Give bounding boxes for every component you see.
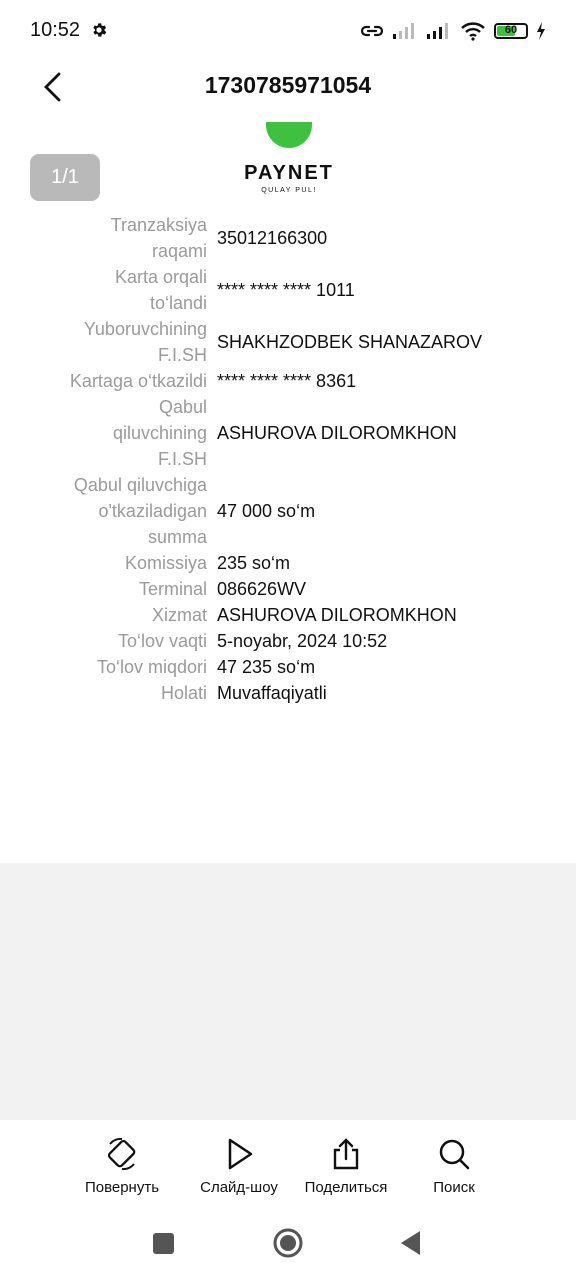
- receipt-value: SHAKHZODBEK SHANAZAROV: [217, 332, 483, 352]
- charging-icon: [537, 22, 545, 40]
- receipt-value: **** **** **** 1011: [217, 280, 355, 300]
- square-icon: [153, 1233, 174, 1254]
- receipt-label: Komissiya: [124, 553, 207, 573]
- battery-level: 60: [504, 24, 518, 36]
- nav-back-button[interactable]: [398, 1225, 424, 1261]
- share-button[interactable]: Поделиться: [291, 1137, 401, 1196]
- receipt-label: To‘lov vaqti: [117, 631, 207, 651]
- receipt-value: 47 235 so‘m: [217, 657, 316, 677]
- share-icon: [333, 1138, 359, 1170]
- receipt-label: Yuboruvchining F.I.SH: [83, 319, 207, 365]
- receipt-value: ASHUROVA DILOROMKHON: [217, 605, 457, 625]
- slideshow-button[interactable]: Слайд-шоу: [184, 1137, 294, 1196]
- receipt-label: Qabul qiluvchiga o'tkaziladigan summa: [73, 475, 207, 547]
- receipt-value: 35012166300: [217, 228, 328, 248]
- receipt-label: Karta orqali to‘landi: [114, 267, 207, 313]
- receipt-value: Muvaffaqiyatli: [217, 683, 327, 703]
- settings-gear-icon: [93, 23, 107, 37]
- receipt-value: 235 so‘m: [217, 553, 291, 573]
- receipt-label: Holati: [160, 683, 207, 703]
- nav-recents-button[interactable]: [152, 1225, 176, 1261]
- receipt-value: ASHUROVA DILOROMKHON: [217, 423, 457, 443]
- wifi-icon: [461, 22, 485, 41]
- receipt-label: Qabul qiluvchining F.I.SH: [112, 397, 207, 469]
- signal-icon: [393, 23, 414, 39]
- image-background: [0, 863, 576, 1120]
- status-time: 10:52: [30, 19, 81, 41]
- rotate-label: Повернуть: [84, 1179, 160, 1196]
- search-button[interactable]: Поиск: [399, 1137, 509, 1196]
- battery-icon: 60: [494, 23, 528, 39]
- signal-icon-2: [427, 23, 448, 39]
- slideshow-label: Слайд-шоу: [200, 1179, 278, 1196]
- receipt-label: Terminal: [138, 579, 207, 599]
- status-icons: 60: [360, 18, 546, 44]
- receipt-label: To‘lov miqdori: [96, 657, 207, 677]
- receipt-label: Tranzaksiya raqami: [110, 215, 207, 261]
- play-icon: [228, 1138, 253, 1170]
- paynet-tagline: QULAY PUL!: [261, 187, 317, 194]
- rotate-button[interactable]: Повернуть: [67, 1137, 177, 1196]
- nav-home-button[interactable]: [271, 1225, 305, 1261]
- receipt-label: Kartaga o‘tkazildi: [69, 371, 207, 391]
- home-circle-icon: [273, 1228, 303, 1258]
- receipt-label: Xizmat: [151, 605, 207, 625]
- back-triangle-icon: [401, 1231, 420, 1255]
- search-icon: [439, 1139, 470, 1170]
- rotate-icon: [107, 1137, 136, 1171]
- receipt-value: 5-noyabr, 2024 10:52: [217, 631, 388, 651]
- receipt-value: 086626WV: [217, 579, 307, 599]
- receipt-value: 47 000 so‘m: [217, 501, 316, 521]
- paynet-logo-mark: [266, 122, 312, 148]
- search-label: Поиск: [433, 1179, 475, 1196]
- page-title: 1730785971054: [204, 72, 372, 98]
- share-label: Поделиться: [304, 1179, 388, 1196]
- link-icon: [360, 25, 384, 37]
- receipt-value: **** **** **** 8361: [217, 371, 357, 391]
- page-counter: 1/1: [30, 154, 100, 201]
- paynet-logo: PAYNET: [244, 162, 334, 184]
